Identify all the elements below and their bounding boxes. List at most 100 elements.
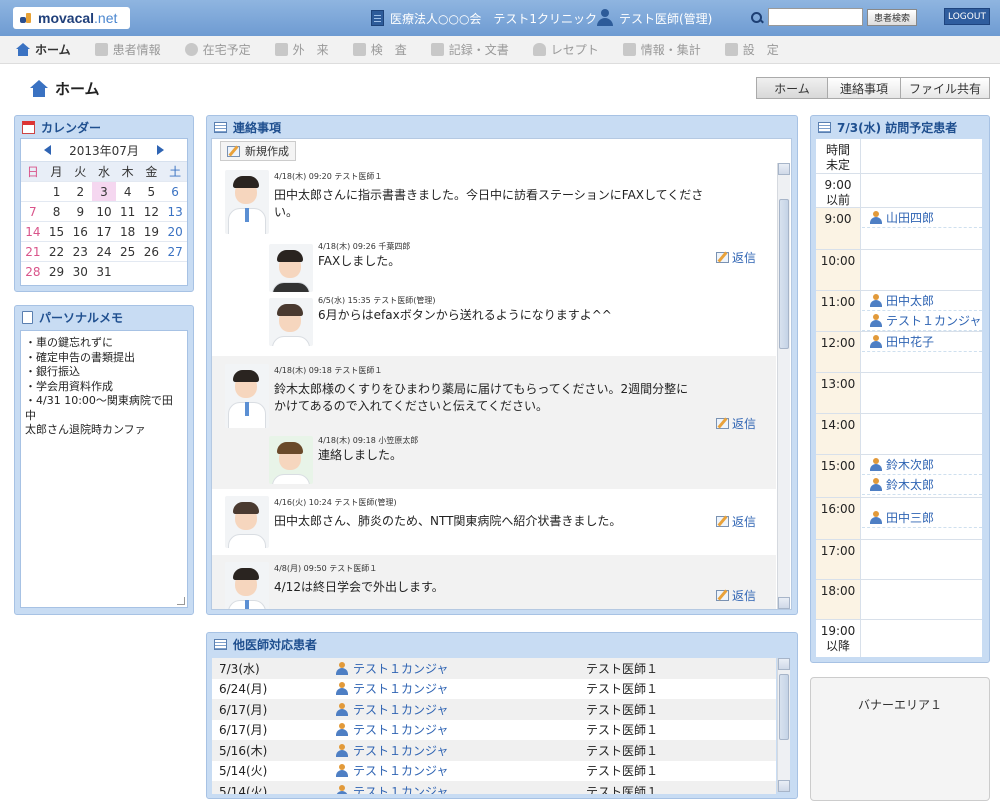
logo[interactable]: movacal .net xyxy=(13,7,130,29)
schedule-patient[interactable]: 山田四郎 xyxy=(862,208,982,228)
calendar-day[interactable]: 29 xyxy=(44,261,69,282)
calendar-day[interactable] xyxy=(139,261,164,282)
calendar-day[interactable]: 10 xyxy=(92,201,116,222)
reply-button[interactable]: 返信 xyxy=(716,415,756,432)
notices-header: 連絡事項 xyxy=(207,116,797,138)
nav-exam[interactable]: 検 査 xyxy=(352,41,407,58)
calendar-day[interactable]: 8 xyxy=(44,201,69,222)
nav-outpatient[interactable]: 外 来 xyxy=(274,41,329,58)
scroll-thumb[interactable] xyxy=(779,674,789,740)
patient-link[interactable]: テスト１カンジャ xyxy=(336,721,586,738)
table-row[interactable]: 6/24(月) テスト１カンジャ テスト医師１ xyxy=(212,678,776,699)
notices-scrollbar[interactable] xyxy=(777,163,790,609)
calendar-day[interactable]: 28 xyxy=(21,261,45,282)
patient-name: テスト１カンジャ xyxy=(353,682,449,697)
reply-button[interactable]: 返信 xyxy=(716,249,756,266)
next-month-icon[interactable] xyxy=(156,145,164,155)
nav-home[interactable]: ホーム xyxy=(16,41,71,58)
calendar-day[interactable]: 18 xyxy=(115,221,140,242)
calendar-title: カレンダー xyxy=(41,120,102,135)
calendar-day[interactable]: 27 xyxy=(163,241,187,262)
table-row[interactable]: 5/16(木) テスト１カンジャ テスト医師１ xyxy=(212,740,776,761)
calendar-day[interactable]: 1 xyxy=(44,181,69,202)
calendar-day[interactable]: 14 xyxy=(21,221,45,242)
calendar-day-today[interactable]: 3 xyxy=(92,181,116,202)
scroll-up-icon[interactable] xyxy=(778,163,790,175)
schedule-patient[interactable]: 鈴木太郎 xyxy=(862,475,982,495)
nav-home-visit[interactable]: 在宅予定 xyxy=(184,41,251,58)
schedule-patient[interactable]: 田中花子 xyxy=(862,332,982,352)
nav-receipt[interactable]: レセプト xyxy=(532,41,599,58)
reply-button[interactable]: 返信 xyxy=(716,587,756,604)
calendar-day[interactable]: 16 xyxy=(68,221,93,242)
table-row[interactable]: 7/3(水) テスト１カンジャ テスト医師１ xyxy=(212,658,776,679)
memo-textarea[interactable]: ・車の鍵忘れずに ・確定申告の書類提出 ・銀行振込 ・学会用資料作成 ・4/31… xyxy=(21,331,187,607)
scroll-down-icon[interactable] xyxy=(778,597,790,609)
calendar-day[interactable]: 24 xyxy=(92,241,116,262)
calendar-day[interactable]: 21 xyxy=(21,241,45,262)
nav-settings[interactable]: 設 定 xyxy=(724,41,779,58)
schedule-patient[interactable]: テスト１カンジャ xyxy=(862,311,982,331)
calendar-day[interactable] xyxy=(163,261,187,282)
logout-button[interactable]: LOGOUT xyxy=(944,8,990,25)
nav-patients[interactable]: 患者情報 xyxy=(94,41,161,58)
resize-handle-icon[interactable] xyxy=(177,597,185,605)
calendar-day[interactable]: 2 xyxy=(68,181,93,202)
table-row[interactable]: 5/14(火) テスト１カンジャ テスト医師１ xyxy=(212,781,776,794)
reply-button[interactable]: 返信 xyxy=(716,513,756,530)
calendar-day[interactable]: 31 xyxy=(92,261,116,282)
tab-notices[interactable]: 連絡事項 xyxy=(827,77,901,99)
outpatient-icon xyxy=(274,43,288,56)
tab-home[interactable]: ホーム xyxy=(756,77,828,99)
banner-area[interactable]: バナーエリア１ xyxy=(810,677,990,801)
scroll-down-icon[interactable] xyxy=(778,780,790,792)
calendar-day[interactable]: 5 xyxy=(139,181,164,202)
calendar-day[interactable]: 6 xyxy=(163,181,187,202)
doctor-avatar xyxy=(269,298,313,346)
tab-file-share[interactable]: ファイル共有 xyxy=(900,77,990,99)
calendar-day[interactable]: 12 xyxy=(139,201,164,222)
calendar-day[interactable]: 17 xyxy=(92,221,116,242)
reply-label: 返信 xyxy=(732,589,757,603)
other-doctors-scrollbar[interactable] xyxy=(777,658,790,792)
patient-link[interactable]: テスト１カンジャ xyxy=(336,701,586,718)
prev-month-icon[interactable] xyxy=(44,145,52,155)
patient-link[interactable]: テスト１カンジャ xyxy=(336,680,586,697)
table-row[interactable]: 6/17(月) テスト１カンジャ テスト医師１ xyxy=(212,699,776,720)
message-item: 4/16(火) 10:24 テスト医師(管理) 田中太郎さん、肺炎のため、NTT… xyxy=(212,489,776,555)
schedule-patient[interactable]: 田中三郎 xyxy=(862,508,982,528)
patient-icon xyxy=(870,458,882,471)
patient-link[interactable]: テスト１カンジャ xyxy=(336,783,586,794)
calendar-day[interactable]: 7 xyxy=(21,201,45,222)
new-notice-button[interactable]: 新規作成 xyxy=(220,141,296,161)
calendar-day[interactable]: 25 xyxy=(115,241,140,262)
calendar-day[interactable]: 22 xyxy=(44,241,69,262)
message-meta: 4/18(木) 09:18 テスト医師１ xyxy=(274,366,383,375)
calendar-day[interactable]: 15 xyxy=(44,221,69,242)
calendar-day[interactable]: 9 xyxy=(68,201,93,222)
calendar-day[interactable]: 4 xyxy=(115,181,140,202)
calendar-day[interactable]: 13 xyxy=(163,201,187,222)
patient-link[interactable]: テスト１カンジャ xyxy=(336,660,586,677)
nav-records[interactable]: 記録・文書 xyxy=(430,41,509,58)
doctor-avatar xyxy=(225,170,269,234)
calendar-day[interactable]: 20 xyxy=(163,221,187,242)
schedule-patient[interactable]: 鈴木次郎 xyxy=(862,455,982,475)
calendar-day[interactable] xyxy=(21,181,45,202)
table-row[interactable]: 6/17(月) テスト１カンジャ テスト医師１ xyxy=(212,719,776,740)
calendar-day[interactable]: 19 xyxy=(139,221,164,242)
patient-link[interactable]: テスト１カンジャ xyxy=(336,742,586,759)
scroll-up-icon[interactable] xyxy=(778,658,790,670)
calendar-day[interactable]: 11 xyxy=(115,201,140,222)
patient-search-input[interactable] xyxy=(768,8,863,26)
calendar-day[interactable]: 23 xyxy=(68,241,93,262)
nav-info[interactable]: 情報・集計 xyxy=(622,41,701,58)
table-row[interactable]: 5/14(火) テスト１カンジャ テスト医師１ xyxy=(212,760,776,781)
calendar-day[interactable]: 26 xyxy=(139,241,164,262)
calendar-day[interactable]: 30 xyxy=(68,261,93,282)
calendar-day[interactable] xyxy=(115,261,140,282)
scroll-thumb[interactable] xyxy=(779,199,789,349)
schedule-patient[interactable]: 田中太郎 xyxy=(862,291,982,311)
patient-link[interactable]: テスト１カンジャ xyxy=(336,762,586,779)
patient-search-button[interactable]: 患者検索 xyxy=(867,9,917,26)
